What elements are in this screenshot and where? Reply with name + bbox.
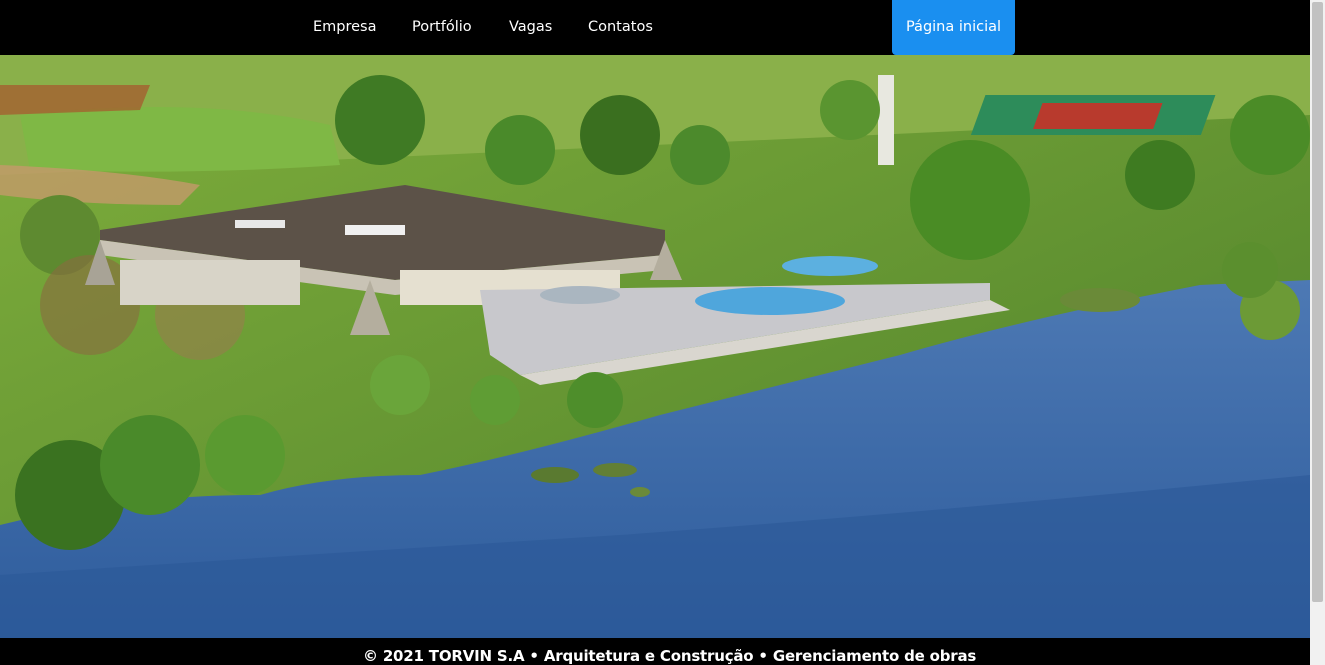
top-navigation-bar: Empresa Portfólio Vagas Contatos Página … xyxy=(0,0,1310,55)
hero-image xyxy=(0,55,1310,638)
vertical-scrollbar[interactable] xyxy=(1310,0,1325,665)
nav-link-portfolio[interactable]: Portfólio xyxy=(412,0,472,55)
home-page-button[interactable]: Página inicial xyxy=(892,0,1015,55)
page: Empresa Portfólio Vagas Contatos Página … xyxy=(0,0,1325,665)
nav-link-contatos[interactable]: Contatos xyxy=(588,0,653,55)
lakeside-building-aerial-photo xyxy=(0,55,1310,638)
nav-link-vagas[interactable]: Vagas xyxy=(509,0,552,55)
scrollbar-thumb[interactable] xyxy=(1312,2,1323,602)
footer-copyright-text: © 2021 TORVIN S.A • Arquitetura e Constr… xyxy=(363,647,977,665)
footer: © 2021 TORVIN S.A • Arquitetura e Constr… xyxy=(0,638,1310,665)
nav-link-empresa[interactable]: Empresa xyxy=(313,0,377,55)
